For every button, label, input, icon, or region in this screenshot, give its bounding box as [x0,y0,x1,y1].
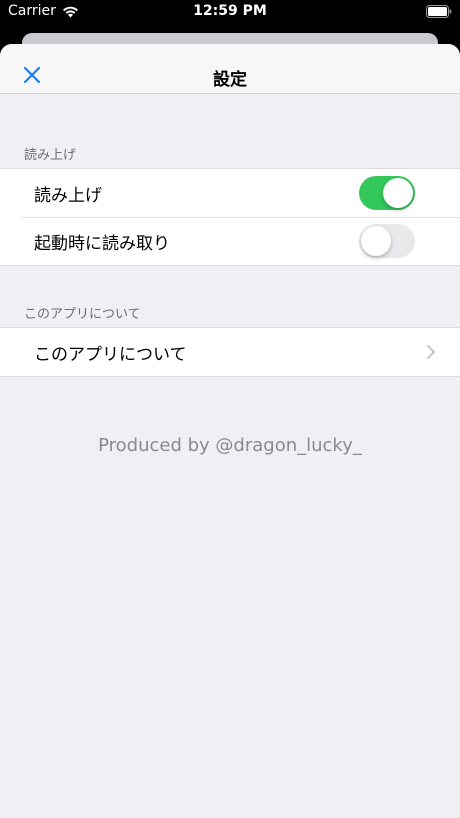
reading-group: 読み上げ 起動時に読み取り [0,168,460,266]
section-header-about: このアプリについて [24,307,141,322]
chevron-right-icon [427,345,435,359]
row-read-on-launch: 起動時に読み取り [0,217,460,265]
screen: Carrier 12:59 PM 設定 読み上げ 読み上げ 起動時に読み取り こ… [0,0,460,818]
battery-icon [426,5,452,18]
row-about-app[interactable]: このアプリについて [0,328,460,376]
section-header-reading: 読み上げ [24,148,77,163]
nav-bar: 設定 [0,44,460,94]
page-title: 設定 [213,70,247,90]
read-aloud-toggle[interactable] [359,176,415,210]
read-on-launch-toggle[interactable] [359,224,415,258]
row-label-read-on-launch: 起動時に読み取り [34,233,170,254]
toggle-knob [383,178,413,208]
status-time: 12:59 PM [193,3,267,19]
footer-credit: Produced by @dragon_lucky_ [98,435,362,456]
settings-sheet: 設定 読み上げ 読み上げ 起動時に読み取り このアプリについて このアプリについ… [0,44,460,818]
toggle-knob [361,226,391,256]
row-label-about-app: このアプリについて [34,344,187,365]
status-bar: Carrier 12:59 PM [0,0,460,24]
row-read-aloud: 読み上げ [0,169,460,217]
row-label-read-aloud: 読み上げ [34,185,102,206]
about-group: このアプリについて [0,327,460,377]
